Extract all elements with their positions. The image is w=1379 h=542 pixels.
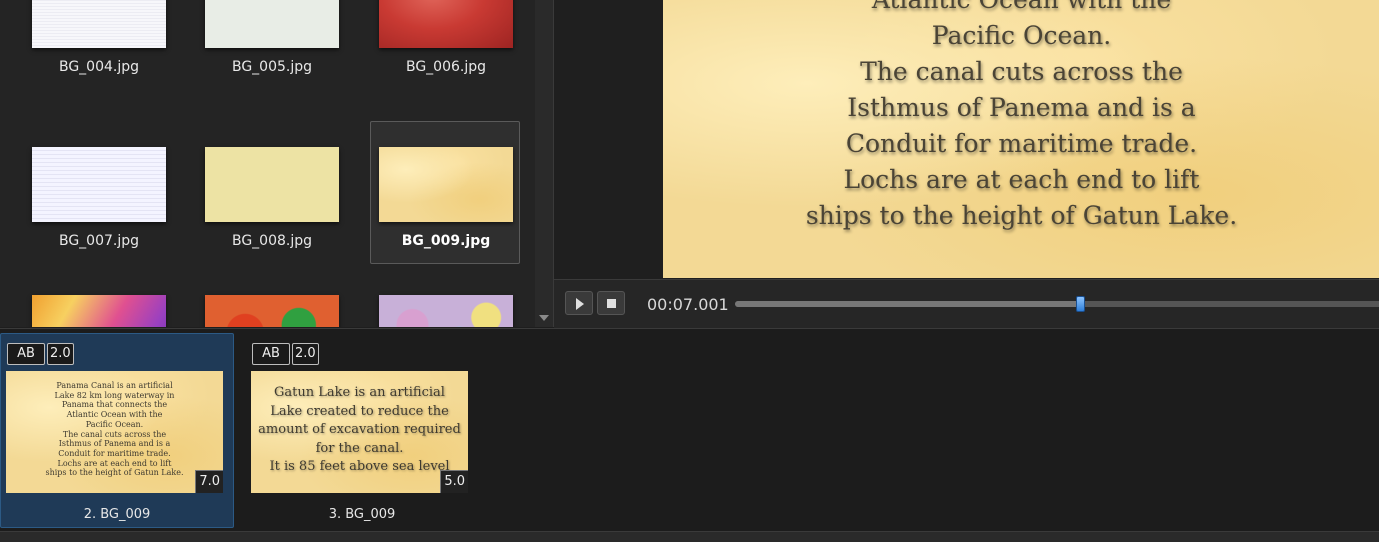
library-thumbnail (205, 147, 339, 222)
library-item-label: BG_004.jpg (58, 59, 140, 75)
library-thumbnail (205, 295, 339, 327)
clip-duration-badge[interactable]: 7.0 (195, 470, 223, 493)
clip-caption-line: Panama Canal is an artificial (56, 381, 173, 390)
library-thumbnail (32, 0, 166, 48)
stop-icon (607, 299, 616, 308)
clip-caption-line: Atlantic Ocean with the (66, 410, 163, 420)
preview-caption-line: Conduit for maritime trade. (845, 129, 1198, 158)
stop-button[interactable] (597, 291, 625, 315)
scroll-down-arrow-icon[interactable] (539, 315, 549, 321)
clip-transition-badges: AB 2.0 (252, 343, 319, 365)
background-library-panel: BG_004.jpg BG_005.jpg BG_006.jpg BG_007.jpg… (0, 0, 553, 327)
playback-controls: 00:07.001 (554, 279, 1379, 328)
clip-caption-line: amount of excavation required (258, 422, 461, 437)
library-item-label: BG_007.jpg (58, 233, 140, 249)
transition-button[interactable]: AB (252, 343, 290, 365)
clip-caption-text: Gatun Lake is an artificial Lake created … (251, 384, 468, 477)
preview-caption-text: Atlantic Ocean with the Pacific Ocean. The… (663, 0, 1379, 234)
clip-caption-line: Lake created to reduce the (270, 403, 449, 419)
preview-caption-line: Pacific Ocean. (931, 21, 1112, 50)
transition-button[interactable]: AB (7, 343, 45, 365)
clip-caption-line: Isthmus of Panema and is a (58, 439, 171, 449)
library-thumbnail (379, 295, 513, 327)
clip-label: 3. BG_009 (328, 507, 396, 522)
background-thumbnail-grid: BG_004.jpg BG_005.jpg BG_006.jpg BG_007.jpg… (0, 0, 535, 327)
clip-thumbnail: Panama Canal is an artificial Lake 82 km … (6, 371, 223, 493)
preview-canvas: Atlantic Ocean with the Pacific Ocean. The… (663, 0, 1379, 278)
clip-caption-line: Panama that connects the (61, 400, 168, 410)
transition-duration-badge[interactable]: 2.0 (47, 343, 74, 365)
clip-caption-line: Lochs are at each end to lift (57, 458, 172, 468)
clip-caption-line: for the canal. (315, 440, 404, 456)
preview-caption-line: Lochs are at each end to lift (843, 165, 1200, 194)
library-item[interactable] (23, 269, 173, 327)
preview-caption-line: ships to the height of Gatun Lake. (805, 201, 1238, 230)
clip-caption-line: Gatun Lake is an artificial (274, 385, 445, 400)
seek-handle[interactable] (1075, 296, 1085, 312)
slideshow-editor: BG_004.jpg BG_005.jpg BG_006.jpg BG_007.jpg… (0, 0, 1379, 542)
preview-caption-line: Atlantic Ocean with the (663, 0, 1379, 18)
preview-panel: Atlantic Ocean with the Pacific Ocean. The… (553, 0, 1379, 328)
seek-bar-progress (735, 301, 1080, 307)
clip-caption-text: Panama Canal is an artificial Lake 82 km … (6, 381, 223, 478)
preview-caption-line: Isthmus of Panema and is a (847, 93, 1196, 122)
library-thumbnail (379, 0, 513, 48)
library-item[interactable]: BG_008.jpg (196, 121, 346, 264)
clip-transition-badges: AB 2.0 (7, 343, 74, 365)
library-thumbnail (379, 147, 513, 222)
clip-duration-badge[interactable]: 5.0 (440, 470, 468, 493)
clip-caption-line: It is 85 feet above sea level (269, 459, 450, 474)
timecode-display: 00:07.001 (647, 295, 729, 314)
clip-caption-line: Lake 82 km long waterway in (54, 390, 175, 400)
library-item-label: BG_009.jpg (401, 233, 491, 249)
clip-caption-line: ships to the height of Gatun Lake. (45, 468, 184, 478)
seek-bar[interactable] (735, 296, 1379, 312)
library-item[interactable] (370, 269, 520, 327)
play-button[interactable] (565, 291, 593, 315)
clip-caption-line: The canal cuts across the (62, 429, 167, 439)
library-item[interactable]: BG_007.jpg (23, 121, 173, 264)
library-item[interactable]: BG_005.jpg (196, 0, 346, 90)
library-item[interactable]: BG_006.jpg (370, 0, 520, 90)
transition-duration-badge[interactable]: 2.0 (292, 343, 319, 365)
preview-caption-line: The canal cuts across the (860, 57, 1183, 86)
library-item-label: BG_006.jpg (405, 59, 487, 75)
library-item-label: BG_005.jpg (231, 59, 313, 75)
library-scrollbar[interactable] (535, 0, 553, 327)
play-icon (576, 298, 584, 310)
clip-caption-line: Pacific Ocean. (85, 419, 144, 429)
library-thumbnail (32, 295, 166, 327)
library-item[interactable]: BG_009.jpg (370, 121, 520, 264)
library-item-label: BG_008.jpg (231, 233, 313, 249)
library-thumbnail (205, 0, 339, 48)
clip-label: 2. BG_009 (83, 507, 151, 522)
clip-caption-line: Conduit for maritime trade. (58, 448, 171, 458)
library-item[interactable] (196, 269, 346, 327)
library-thumbnail (32, 147, 166, 222)
timeline-clip[interactable]: AB 2.0 Panama Canal is an artificial Lake 8… (0, 333, 234, 528)
storyboard-timeline: AB 2.0 Panama Canal is an artificial Lake 8… (0, 328, 1379, 532)
status-bar (0, 531, 1379, 542)
timeline-clip[interactable]: AB 2.0 Gatun Lake is an artificial Lake cre… (245, 333, 479, 528)
library-item[interactable]: BG_004.jpg (23, 0, 173, 90)
clip-thumbnail: Gatun Lake is an artificial Lake created … (251, 371, 468, 493)
